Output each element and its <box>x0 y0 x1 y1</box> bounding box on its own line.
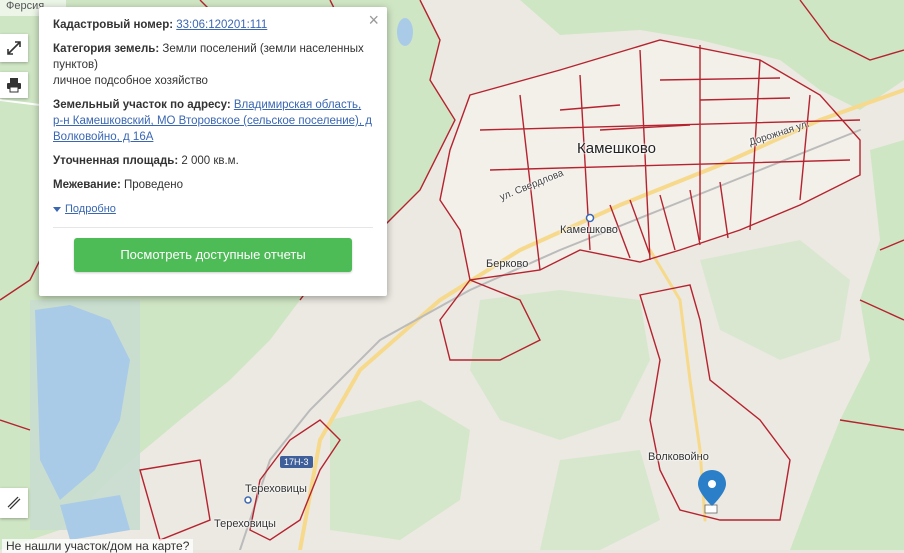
station-marker-icon-2 <box>244 496 252 504</box>
village-label-berkovo: Берково <box>486 258 529 270</box>
triangle-down-icon <box>53 206 61 212</box>
details-link[interactable]: Подробно <box>65 201 116 217</box>
cadastral-row: Кадастровый номер: 33:06:120201:111 <box>53 17 373 33</box>
area-row: Уточненная площадь: 2 000 кв.м. <box>53 153 373 169</box>
not-found-prompt[interactable]: Не нашли участок/дом на карте? <box>2 539 194 553</box>
divider <box>53 227 373 228</box>
village-label-terekhovitsy-2: Тереховицы <box>214 518 276 530</box>
city-label: Камешково <box>577 140 656 157</box>
expand-icon <box>7 41 21 55</box>
view-reports-button[interactable]: Посмотреть доступные отчеты <box>74 238 352 272</box>
station-marker-icon <box>585 213 595 223</box>
category-label: Категория земель: <box>53 43 160 55</box>
area-label: Уточненная площадь: <box>53 155 179 167</box>
print-button[interactable] <box>0 72 28 98</box>
category-row: Категория земель: Земли поселений (земли… <box>53 41 373 73</box>
survey-row: Межевание: Проведено <box>53 177 373 193</box>
area-value: 2 000 кв.м. <box>181 155 239 167</box>
usage-row: личное подсобное хозяйство <box>53 73 373 89</box>
cadastral-label: Кадастровый номер: <box>53 19 174 31</box>
usage-value: личное подсобное хозяйство <box>53 75 208 87</box>
close-icon[interactable]: × <box>368 11 379 29</box>
survey-value: Проведено <box>123 179 184 191</box>
address-row: Земельный участок по адресу: Владимирска… <box>53 97 373 145</box>
print-icon <box>7 78 21 93</box>
details-toggle[interactable]: Подробно <box>53 201 373 217</box>
address-label: Земельный участок по адресу: <box>53 99 231 111</box>
ruler-icon <box>7 496 21 510</box>
road-number-badge: 17Н-3 <box>280 456 313 468</box>
cadastral-number-link[interactable]: 33:06:120201:111 <box>176 19 267 31</box>
village-label-terekhovitsy: Тереховицы <box>245 483 307 495</box>
village-label-volkovoino: Волковойно <box>648 451 709 463</box>
survey-label: Межевание: <box>53 179 121 191</box>
ruler-button[interactable] <box>0 488 28 518</box>
fullscreen-button[interactable] <box>0 34 28 62</box>
station-label: Камешково <box>560 224 618 236</box>
parcel-info-popup: × Кадастровый номер: 33:06:120201:111 Ка… <box>39 7 387 296</box>
